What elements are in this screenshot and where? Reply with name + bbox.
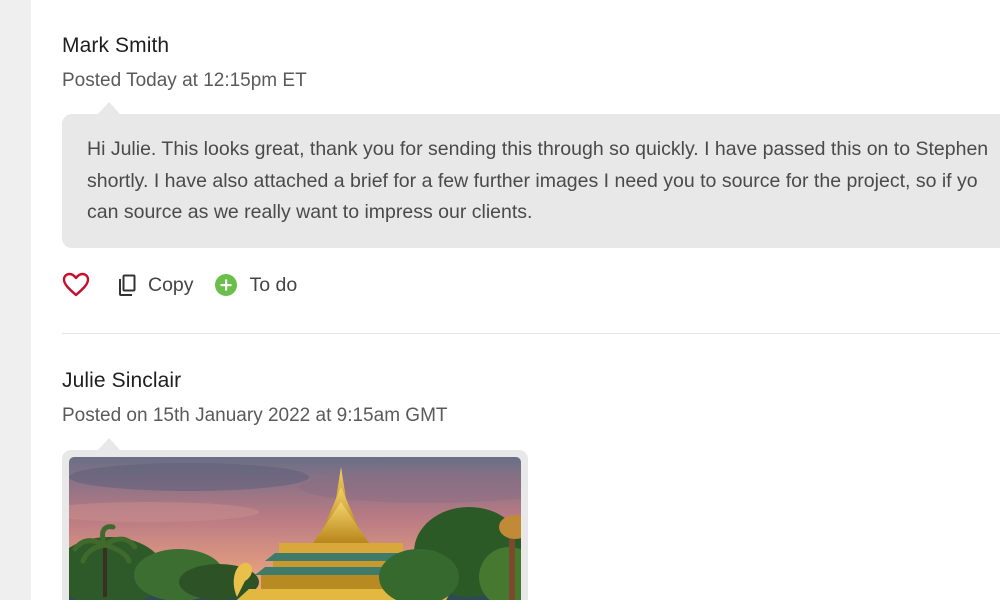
attached-image[interactable]	[69, 457, 521, 600]
copy-icon	[116, 273, 138, 297]
copy-button[interactable]: Copy	[116, 273, 194, 297]
message-line: can source as we really want to impress …	[87, 201, 533, 223]
message-text: Hi Julie. This looks great, thank you fo…	[87, 134, 1000, 229]
post-author: Julie Sinclair	[62, 369, 182, 392]
message-bubble: Hi Julie. This looks great, thank you fo…	[62, 102, 1000, 248]
post-timestamp: Posted on 15th January 2022 at 9:15am GM…	[62, 405, 448, 426]
post-actions: Copy To do	[62, 268, 297, 302]
image-bubble	[62, 438, 528, 600]
post-author: Mark Smith	[62, 34, 170, 57]
copy-label: Copy	[148, 273, 194, 296]
post-divider	[62, 333, 1000, 334]
heart-icon	[62, 272, 90, 298]
like-button[interactable]	[62, 272, 90, 298]
post-timestamp: Posted Today at 12:15pm ET	[62, 70, 307, 91]
todo-button[interactable]: To do	[214, 273, 298, 297]
pagoda-photo	[69, 457, 521, 600]
todo-label: To do	[249, 273, 298, 296]
plus-circle-icon	[214, 273, 238, 297]
left-gutter	[0, 0, 31, 600]
message-line: shortly. I have also attached a brief fo…	[87, 169, 978, 192]
page: Mark Smith Posted Today at 12:15pm ET Hi…	[0, 0, 1000, 600]
message-line: Hi Julie. This looks great, thank you fo…	[87, 138, 989, 160]
